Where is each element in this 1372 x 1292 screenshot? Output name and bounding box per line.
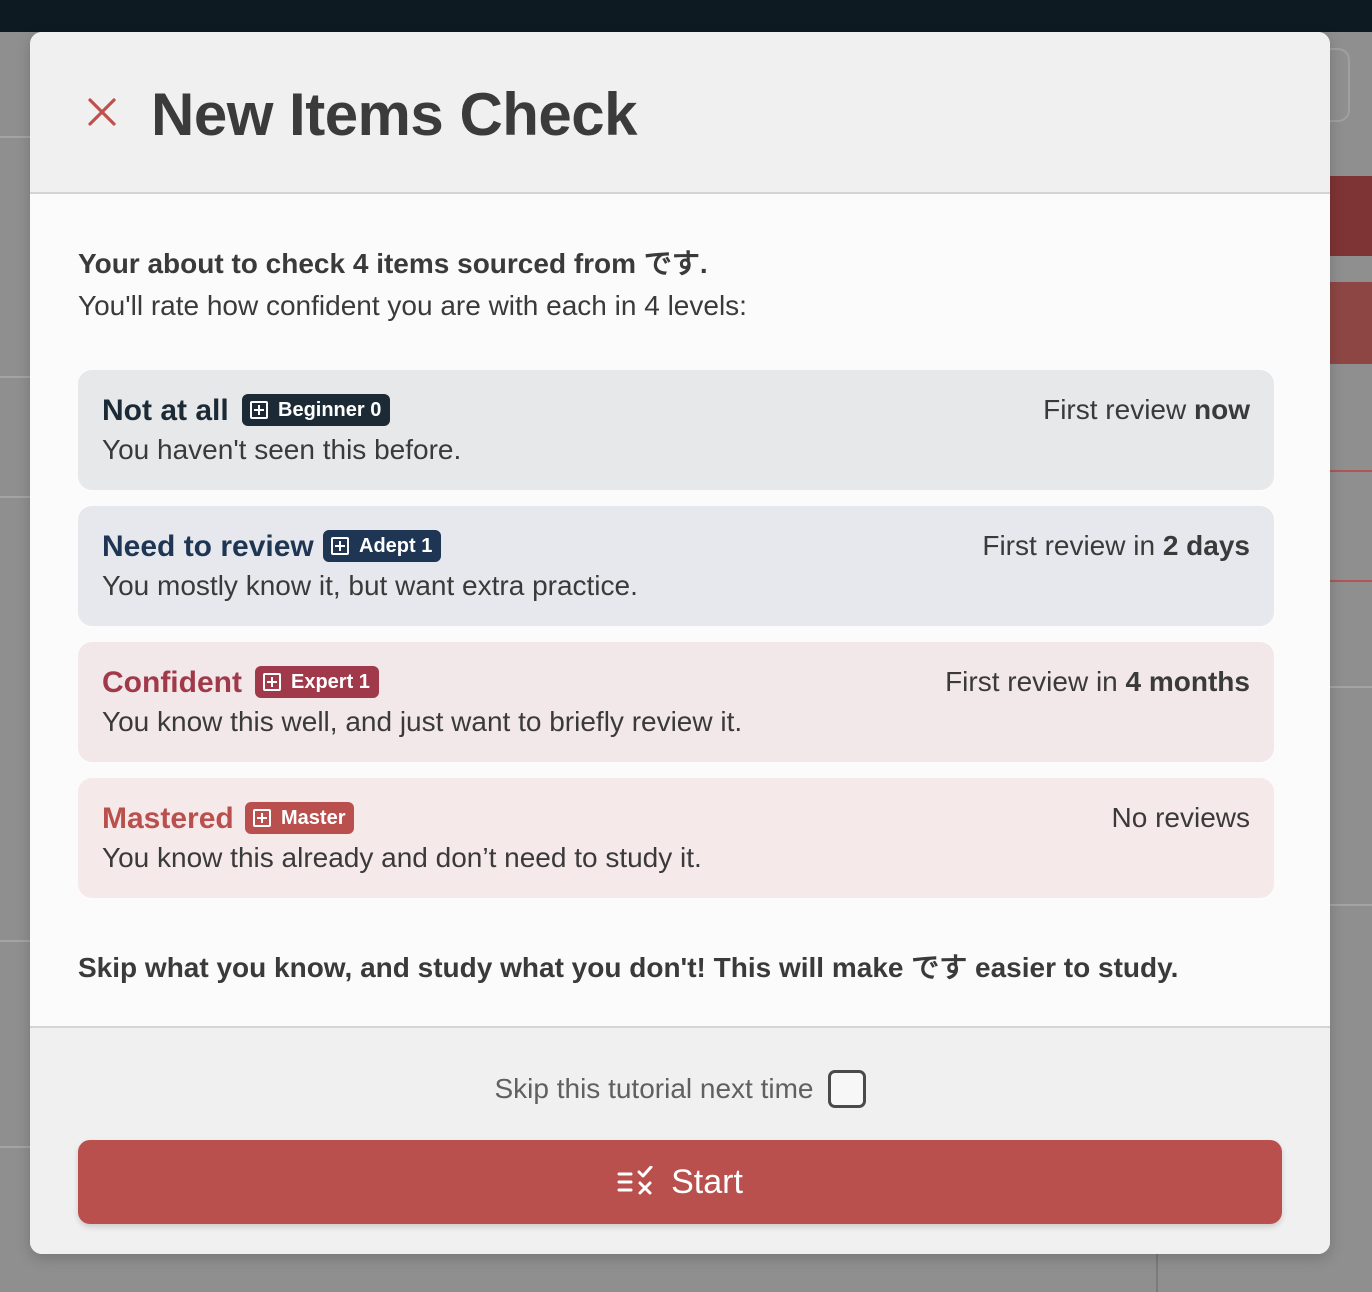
intro-instructions: You'll rate how confident you are with e… bbox=[78, 290, 747, 321]
review-schedule-prefix: First review bbox=[1043, 394, 1194, 425]
kanji-icon bbox=[263, 673, 281, 691]
background-accent-block bbox=[1330, 176, 1372, 256]
level-badge-label: Adept 1 bbox=[359, 534, 433, 557]
skip-tutorial-checkbox[interactable] bbox=[827, 1070, 866, 1108]
level-description: You mostly know it, but want extra pract… bbox=[102, 570, 638, 601]
review-schedule-prefix: First review in bbox=[982, 530, 1163, 561]
review-schedule-prefix: No reviews bbox=[1111, 802, 1250, 833]
level-card-confident: Confident Expert 1 First review in 4 mon… bbox=[78, 642, 1274, 762]
level-name: Confident bbox=[102, 666, 242, 699]
level-badge: Beginner 0 bbox=[242, 394, 391, 426]
start-button-label: Start bbox=[671, 1162, 743, 1201]
level-badge-label: Master bbox=[281, 806, 346, 829]
background-divider bbox=[0, 376, 30, 378]
intro-summary: Your about to check 4 items sourced from… bbox=[78, 248, 708, 279]
level-name: Need to review bbox=[102, 530, 314, 563]
level-badge: Adept 1 bbox=[323, 530, 442, 562]
level-badge-label: Expert 1 bbox=[291, 670, 370, 693]
checklist-icon bbox=[617, 1166, 657, 1198]
review-schedule-value: 4 months bbox=[1125, 666, 1250, 697]
dialog-title: New Items Check bbox=[151, 81, 638, 148]
dialog-body: Your about to check 4 items sourced from… bbox=[30, 194, 1330, 1026]
background-divider bbox=[1330, 470, 1372, 472]
level-card-not-at-all: Not at all Beginner 0 First review now Y… bbox=[78, 370, 1274, 490]
kanji-icon bbox=[253, 809, 271, 827]
background-accent-block bbox=[1330, 282, 1372, 364]
level-badge: Expert 1 bbox=[255, 666, 379, 698]
start-button[interactable]: Start bbox=[78, 1140, 1282, 1224]
review-schedule-value: now bbox=[1194, 394, 1250, 425]
background-panel-edge bbox=[1330, 48, 1350, 122]
level-name: Not at all bbox=[102, 394, 229, 427]
level-badge-label: Beginner 0 bbox=[278, 398, 382, 421]
background-divider bbox=[1330, 580, 1372, 582]
review-schedule: First review now bbox=[1043, 394, 1250, 426]
kanji-icon bbox=[331, 537, 349, 555]
level-description: You haven't seen this before. bbox=[102, 434, 462, 465]
level-badge: Master bbox=[245, 802, 355, 834]
level-description: You know this already and don’t need to … bbox=[102, 842, 702, 873]
skip-tutorial-label[interactable]: Skip this tutorial next time bbox=[494, 1073, 813, 1105]
background-divider bbox=[0, 136, 30, 138]
close-icon[interactable] bbox=[86, 96, 118, 128]
level-description: You know this well, and just want to bri… bbox=[102, 706, 743, 737]
background-divider bbox=[1330, 686, 1372, 688]
kanji-icon bbox=[250, 401, 268, 419]
background-divider bbox=[0, 940, 30, 942]
background-divider bbox=[0, 496, 30, 498]
review-schedule: First review in 4 months bbox=[945, 666, 1250, 698]
skip-tutorial-row: Skip this tutorial next time bbox=[30, 1070, 1330, 1108]
background-divider bbox=[0, 1146, 30, 1148]
background-divider bbox=[1330, 904, 1372, 906]
dialog-footer: Skip this tutorial next time Start bbox=[30, 1026, 1330, 1254]
level-card-mastered: Mastered Master No reviews You know this… bbox=[78, 778, 1274, 898]
review-schedule: First review in 2 days bbox=[982, 530, 1250, 562]
review-schedule-value: 2 days bbox=[1162, 530, 1250, 561]
outro-message: Skip what you know, and study what you d… bbox=[78, 952, 1179, 983]
review-schedule-prefix: First review in bbox=[945, 666, 1126, 697]
level-card-need-to-review: Need to review Adept 1 First review in 2… bbox=[78, 506, 1274, 626]
background-divider bbox=[1156, 1254, 1158, 1292]
new-items-check-dialog: New Items Check Your about to check 4 it… bbox=[30, 32, 1330, 1254]
top-bar bbox=[0, 0, 1372, 32]
level-name: Mastered bbox=[102, 802, 234, 835]
review-schedule: No reviews bbox=[1112, 802, 1250, 834]
dialog-header: New Items Check bbox=[30, 32, 1330, 194]
